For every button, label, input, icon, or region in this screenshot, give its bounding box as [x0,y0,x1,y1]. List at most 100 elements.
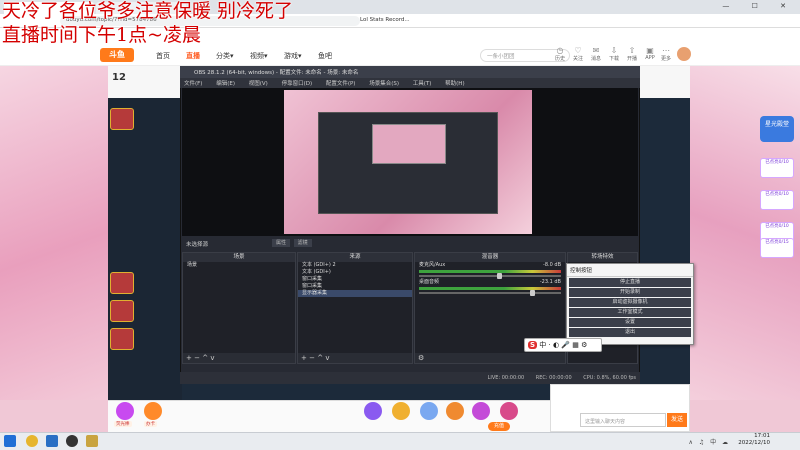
send-button[interactable]: 发送 [667,413,687,427]
nav-live[interactable]: 直播 [186,51,200,61]
start-icon[interactable] [4,435,16,447]
controls-panel: 控制按钮 停止直播 开始录制 启动虚拟摄像机 工作室模式 设置 退出 [566,263,694,345]
promo-badge[interactable]: 已点亮0/10 [760,190,794,210]
mixer-channel: 桌面音频 -23.1 dB [415,279,565,286]
gift-item[interactable] [472,402,490,420]
ime-tools[interactable]: 中 · ◐ 🎤 ▦ ⚙ [539,341,587,349]
studio-mode-button[interactable]: 工作室模式 [569,308,691,317]
system-tray[interactable]: ∧ ♫ 中 ☁ [689,437,731,446]
nav-home[interactable]: 首页 [156,51,170,61]
obs-taskbar-icon[interactable] [66,435,78,447]
site-logo[interactable]: 斗鱼 [100,48,134,62]
file-explorer-icon[interactable] [46,435,58,447]
mixer-channel: 麦克风/Aux -8.0 dB [415,262,565,269]
mixer-dock-toolbar: ⚙ [415,353,565,363]
chrome-icon[interactable] [26,435,38,447]
obs-menu-bar: 文件(F) 编辑(E) 视图(V) 停靠窗口(D) 配置文件(P) 场景集合(S… [180,78,640,88]
cpu-fps: CPU: 0.8%, 60.00 fps [583,375,636,381]
source-item[interactable]: 窗口采集 [298,276,412,283]
menu-file[interactable]: 文件(F) [184,81,202,87]
nav-category[interactable]: 分类▾ [216,51,234,61]
menu-tools[interactable]: 工具(T) [413,81,432,87]
menu-docks[interactable]: 停靠窗口(D) [282,81,313,87]
properties-button[interactable]: 属性 [272,239,291,247]
slider-handle[interactable] [497,273,503,279]
source-item[interactable]: 文本 (GDI+) 2 [298,262,412,269]
upload-icon[interactable]: ⇧ 开播 [624,46,640,62]
message-icon[interactable]: ✉ 消息 [588,46,604,62]
move-up-button[interactable]: ^ [202,354,208,362]
mixer-settings-icon[interactable]: ⚙ [418,354,424,362]
scenes-dock-title: 场景 [183,253,295,262]
remove-source-button[interactable]: − [309,354,315,362]
league-icon[interactable] [86,435,98,447]
left-thumbnail[interactable] [110,300,134,322]
volume-slider[interactable] [419,290,561,296]
sogou-icon[interactable]: S [528,341,538,349]
nav-video[interactable]: 视频▾ [250,51,268,61]
filters-button[interactable]: 滤镜 [293,239,312,247]
background-art-left [0,66,108,400]
menu-view[interactable]: 视图(V) [249,81,268,87]
window-controls[interactable]: — ☐ ✕ [722,2,796,10]
source-item[interactable]: 窗口采集 [298,283,412,290]
promo-badge[interactable]: 已点亮0/15 [760,238,794,258]
gift-item[interactable] [500,402,518,420]
move-down-button[interactable]: v [210,354,214,362]
clock[interactable]: 17:01 2022/12/10 [738,433,770,447]
add-scene-button[interactable]: + [186,354,192,362]
nav-games[interactable]: 游戏▾ [284,51,302,61]
gift-item[interactable] [364,402,382,420]
download-icon[interactable]: ⇩ 下载 [606,46,622,62]
bookmark-lol-stats[interactable]: Lol Stats Record... [360,17,410,23]
follow-icon[interactable]: ♡ 关注 [570,46,586,62]
gift-label: 荧光棒 [114,421,132,427]
stream-overlay-line1: 天冷了各位爷多注意保暖 别冷死了 [2,0,294,22]
exit-button[interactable]: 退出 [569,328,691,337]
obs-title-bar: OBS 28.1.2 (64-bit, windows) - 配置文件: 未命名… [180,66,640,78]
promo-badge[interactable]: 已点亮0/10 [760,158,794,178]
gift-item[interactable] [116,402,134,420]
avatar[interactable] [676,46,692,62]
menu-profile[interactable]: 配置文件(P) [326,81,356,87]
live-icon[interactable]: ▣ APP [642,46,658,61]
source-down-button[interactable]: v [325,354,329,362]
scene-item[interactable]: 场景 [183,262,295,269]
menu-scene-collection[interactable]: 场景集合(S) [369,81,399,87]
settings-button[interactable]: 设置 [569,318,691,327]
preview-nested-capture [372,124,446,164]
ime-toolbar[interactable]: S 中 · ◐ 🎤 ▦ ⚙ [524,338,602,352]
slider-handle[interactable] [529,290,535,296]
source-item[interactable]: 文本 (GDI+) [298,269,412,276]
mixer-channel-db: -8.0 dB [543,262,561,268]
menu-help[interactable]: 帮助(H) [445,81,464,87]
start-recording-button[interactable]: 开始录制 [569,288,691,297]
source-item-selected[interactable]: 显示器采集 [298,290,412,297]
gift-item[interactable] [446,402,464,420]
virtual-camera-button[interactable]: 启动虚拟摄像机 [569,298,691,307]
promo-banner[interactable]: 星光殿堂 [760,116,794,142]
charge-button[interactable]: 充值 [488,422,510,431]
controls-title: 控制按钮 [567,264,693,277]
history-icon[interactable]: ◷ 历史 [552,46,568,62]
mixer-dock-title: 混音器 [415,253,565,262]
more-icon[interactable]: ⋯ 更多 [658,46,674,62]
left-thumbnail[interactable] [110,108,134,130]
gift-item[interactable] [144,402,162,420]
left-thumbnail[interactable] [110,272,134,294]
menu-edit[interactable]: 编辑(E) [216,81,235,87]
gift-item[interactable] [420,402,438,420]
add-source-button[interactable]: + [301,354,307,362]
sources-dock: 来源 文本 (GDI+) 2 文本 (GDI+) 窗口采集 窗口采集 显示器采集… [297,252,413,364]
nav-fishbar[interactable]: 鱼吧 [318,51,332,61]
source-up-button[interactable]: ^ [317,354,323,362]
message-label: 消息 [590,56,601,62]
remove-scene-button[interactable]: − [194,354,200,362]
left-thumbnail[interactable] [110,328,134,350]
sources-dock-toolbar: + − ^ v [298,353,412,363]
chat-input[interactable]: 这里输入聊天内容 [580,413,666,427]
taskbar [0,432,800,450]
volume-slider[interactable] [419,273,561,279]
gift-item[interactable] [392,402,410,420]
stop-streaming-button[interactable]: 停止直播 [569,278,691,287]
